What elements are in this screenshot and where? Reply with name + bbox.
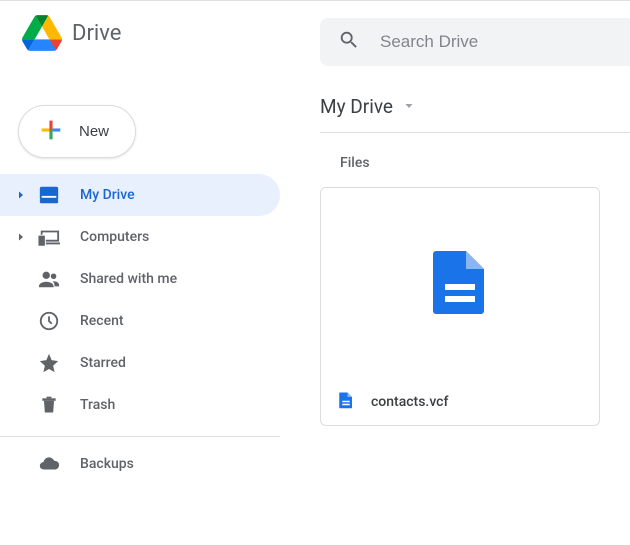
file-card[interactable]: contacts.vcf xyxy=(320,187,600,426)
sidebar-item-label: My Drive xyxy=(80,187,135,203)
sidebar-item-label: Computers xyxy=(80,229,149,245)
sidebar-item-label: Backups xyxy=(80,456,134,472)
plus-icon xyxy=(37,116,65,147)
file-name: contacts.vcf xyxy=(371,394,448,410)
search-icon xyxy=(338,29,360,55)
sidebar-item-label: Starred xyxy=(80,355,126,371)
app-title: Drive xyxy=(72,21,121,46)
divider xyxy=(0,436,280,437)
sidebar-item-recent[interactable]: Recent xyxy=(0,300,280,342)
file-icon xyxy=(424,241,496,325)
trash-icon xyxy=(36,392,62,418)
cloud-icon xyxy=(36,451,62,477)
new-button-label: New xyxy=(79,123,109,140)
clock-icon xyxy=(36,308,62,334)
people-icon xyxy=(36,266,62,292)
file-type-icon xyxy=(337,391,355,413)
file-preview xyxy=(321,188,599,378)
chevron-right-icon[interactable] xyxy=(12,231,30,243)
divider xyxy=(320,132,630,133)
sidebar-item-backups[interactable]: Backups xyxy=(0,443,280,485)
chevron-down-icon xyxy=(403,97,415,116)
main-content: My Drive Files xyxy=(290,65,630,545)
sidebar-item-my-drive[interactable]: My Drive xyxy=(0,174,280,216)
drive-logo-icon xyxy=(22,13,62,53)
sidebar-item-starred[interactable]: Starred xyxy=(0,342,280,384)
sidebar-item-trash[interactable]: Trash xyxy=(0,384,280,426)
search-bar[interactable] xyxy=(320,18,630,66)
search-input[interactable] xyxy=(380,32,580,52)
star-icon xyxy=(36,350,62,376)
file-footer: contacts.vcf xyxy=(321,378,599,425)
sidebar: New My Drive xyxy=(0,65,290,545)
my-drive-icon xyxy=(36,182,62,208)
sidebar-item-shared[interactable]: Shared with me xyxy=(0,258,280,300)
computers-icon xyxy=(36,224,62,250)
section-files-label: Files xyxy=(340,155,630,171)
sidebar-item-label: Shared with me xyxy=(80,271,177,287)
sidebar-item-label: Trash xyxy=(80,397,115,413)
breadcrumb-current: My Drive xyxy=(320,95,393,118)
new-button[interactable]: New xyxy=(18,105,136,158)
sidebar-item-label: Recent xyxy=(80,313,124,329)
breadcrumb[interactable]: My Drive xyxy=(320,95,630,118)
chevron-right-icon[interactable] xyxy=(12,189,30,201)
sidebar-item-computers[interactable]: Computers xyxy=(0,216,280,258)
